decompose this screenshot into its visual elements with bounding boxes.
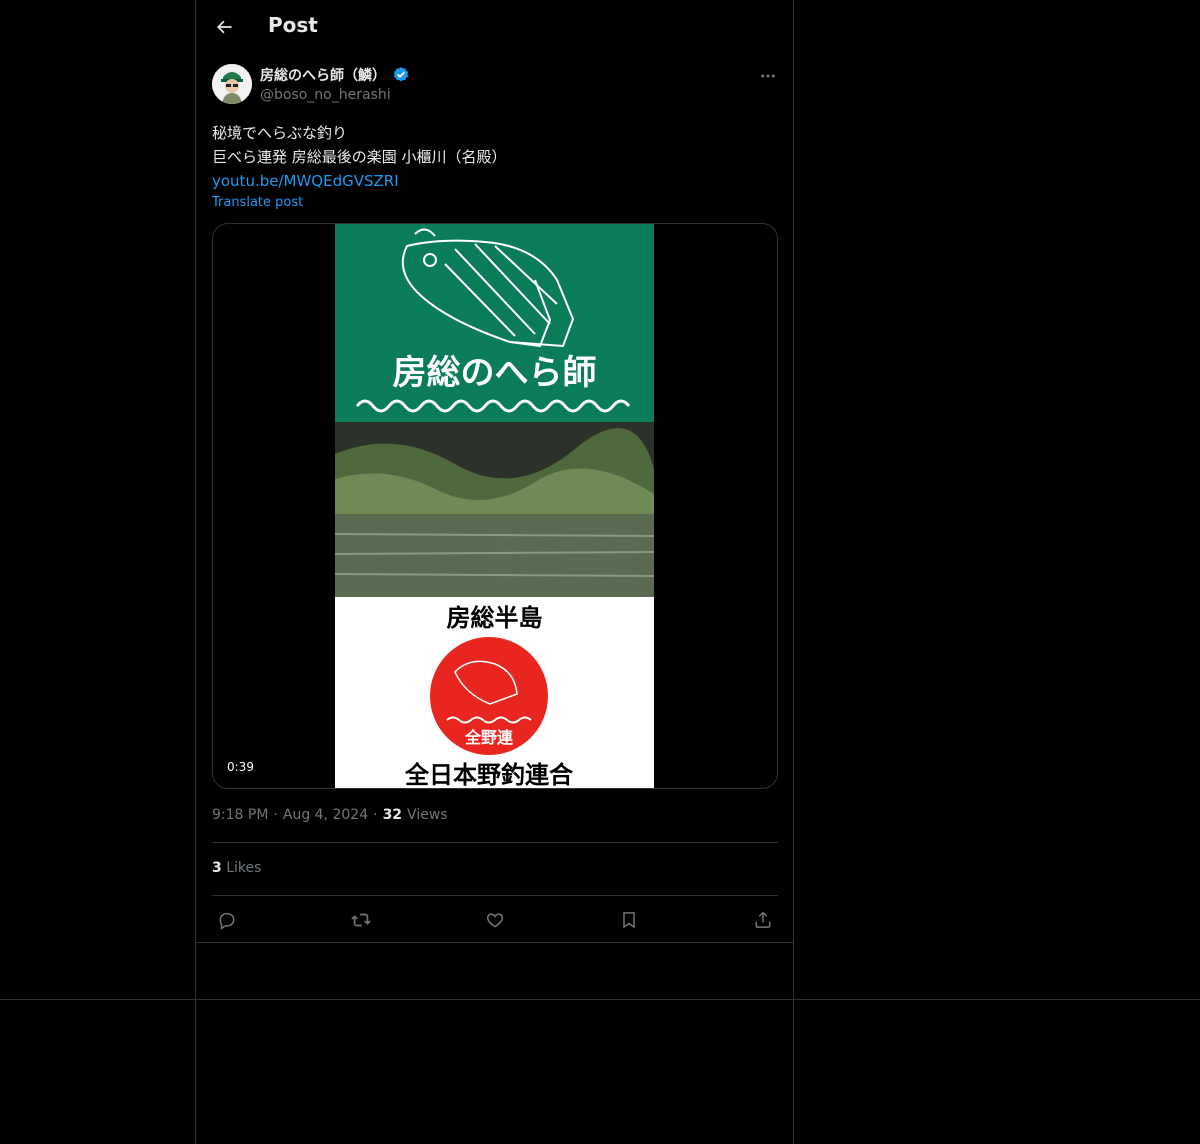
banner-title: 房総のへら師 [393, 353, 597, 393]
reply-button[interactable] [212, 905, 242, 935]
post-line-1: 秘境でへらぶな釣り [212, 124, 348, 142]
author-handle[interactable]: @boso_no_herashi [260, 87, 391, 103]
back-button[interactable] [210, 13, 238, 41]
bookmark-icon [623, 912, 635, 929]
more-dots-icon [761, 74, 775, 78]
more-button[interactable] [756, 64, 780, 88]
likes-label: Likes [226, 860, 262, 876]
meta-dot: · [373, 807, 378, 823]
likes-link[interactable]: 3 Likes [212, 860, 261, 876]
verified-badge-icon [393, 67, 409, 82]
divider [0, 999, 1200, 1000]
author-name-row: 房総のへら師（鱗） [260, 65, 410, 85]
divider [196, 942, 793, 943]
post-meta: 9:18 PM · Aug 4, 2024 · 32 Views [212, 807, 448, 823]
views-count: 32 [382, 807, 403, 823]
likes-count: 3 [212, 860, 222, 876]
video-duration: 0:39 [221, 758, 260, 776]
views-label: Views [407, 807, 448, 823]
repost-icon [351, 913, 371, 927]
avatar[interactable] [212, 64, 252, 104]
share-button[interactable] [748, 905, 778, 935]
video-thumbnail: 房総のへら師 房総半島 全野連 全日本野釣連合 [335, 224, 654, 788]
main-column: Post 房総のへら師（鱗） @boso_no_herashi 秘境でへらぶな釣… [195, 0, 794, 1144]
divider [212, 842, 778, 843]
post-link[interactable]: youtu.be/MWQEdGVSZRI [212, 169, 772, 193]
post-text: 秘境でへらぶな釣り 巨べら連発 房総最後の楽園 小櫃川（名殿） youtu.be… [212, 121, 772, 193]
divider [212, 895, 778, 896]
page-title: Post [268, 13, 318, 37]
avatar-image [212, 64, 252, 104]
footer-title: 全日本野釣連合 [404, 761, 574, 788]
meta-dot: · [273, 807, 278, 823]
arrow-left-icon [217, 20, 232, 34]
share-icon [755, 911, 771, 928]
post-date[interactable]: Aug 4, 2024 [283, 807, 368, 823]
reply-icon [219, 912, 235, 930]
action-bar [212, 905, 778, 935]
video-player[interactable]: 房総のへら師 房総半島 全野連 全日本野釣連合 0:39 [212, 223, 778, 789]
post-time[interactable]: 9:18 PM [212, 807, 268, 823]
heart-icon [486, 913, 504, 928]
top-bar: Post [196, 0, 793, 54]
region-title: 房総半島 [447, 604, 543, 632]
translate-post-link[interactable]: Translate post [212, 195, 303, 210]
post-line-2: 巨べら連発 房総最後の楽園 小櫃川（名殿） [212, 148, 507, 166]
repost-button[interactable] [346, 905, 376, 935]
badge-label: 全野連 [464, 728, 514, 747]
like-button[interactable] [480, 905, 510, 935]
author-name[interactable]: 房総のへら師（鱗） [260, 65, 386, 85]
bookmark-button[interactable] [614, 905, 644, 935]
